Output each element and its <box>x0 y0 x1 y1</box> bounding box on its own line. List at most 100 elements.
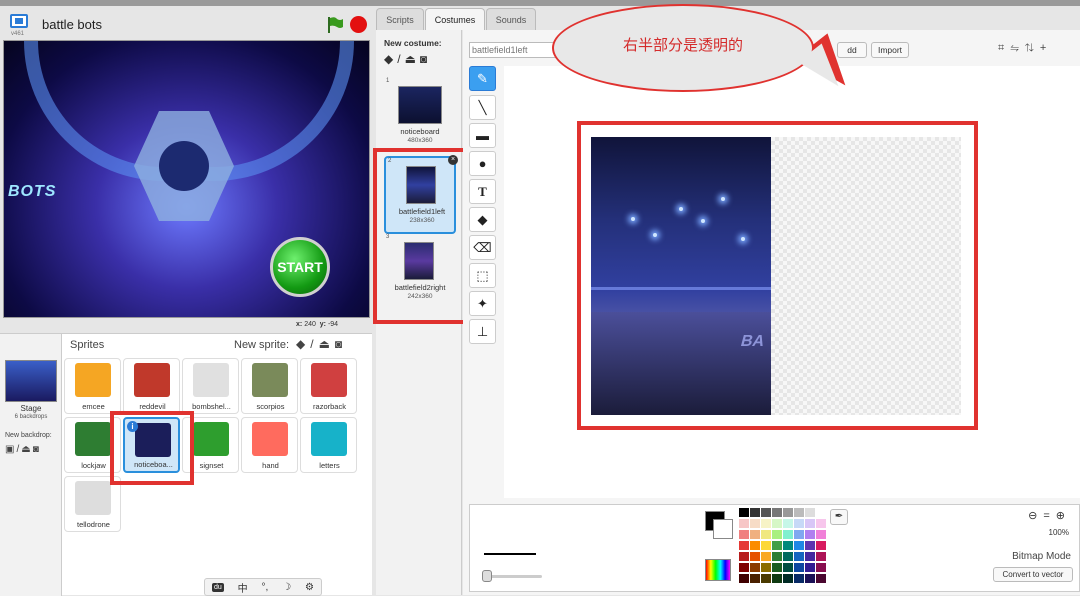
palette-swatch[interactable] <box>805 574 815 583</box>
select-tool-icon[interactable]: ⬚ <box>469 263 496 288</box>
line-tool-icon[interactable]: ╲ <box>469 95 496 120</box>
palette-swatch[interactable] <box>772 574 782 583</box>
sprite-library-icon[interactable]: ◆ <box>296 337 310 351</box>
slider-knob[interactable] <box>482 570 492 582</box>
palette-swatch[interactable] <box>805 563 815 572</box>
sprite-tile[interactable]: bombshel... <box>182 358 239 414</box>
palette-swatch[interactable] <box>761 530 771 539</box>
palette-swatch[interactable] <box>805 552 815 561</box>
palette-swatch[interactable] <box>816 508 826 517</box>
stamp-tool-icon[interactable]: ⊥ <box>469 319 496 344</box>
tab-costumes[interactable]: Costumes <box>425 8 485 30</box>
palette-swatch[interactable] <box>750 574 760 583</box>
palette-swatch[interactable] <box>772 530 782 539</box>
palette-swatch[interactable] <box>739 552 749 561</box>
brush-tool-icon[interactable]: ✎ <box>469 66 496 91</box>
sprite-camera-icon[interactable]: ◙ <box>335 337 347 351</box>
palette-swatch[interactable] <box>783 508 793 517</box>
palette-swatch[interactable] <box>772 519 782 528</box>
palette-swatch[interactable] <box>739 519 749 528</box>
palette-swatch[interactable] <box>794 574 804 583</box>
palette-swatch[interactable] <box>750 519 760 528</box>
text-tool-icon[interactable]: T <box>469 179 496 204</box>
sprite-tile[interactable]: letters <box>300 417 357 473</box>
magic-select-tool-icon[interactable]: ✦ <box>469 291 496 316</box>
secondary-color-swatch[interactable] <box>713 519 733 539</box>
palette-swatch[interactable] <box>794 530 804 539</box>
palette-swatch[interactable] <box>761 508 771 517</box>
zoom-out-icon[interactable]: ⊖ <box>1028 510 1043 522</box>
stroke-width-slider[interactable] <box>484 575 542 578</box>
costume-item[interactable]: 1 noticeboard 480x360 <box>384 78 456 156</box>
ime-item[interactable]: 中 <box>238 580 248 595</box>
rectangle-tool-icon[interactable]: ▬ <box>469 123 496 148</box>
palette-swatch[interactable] <box>783 574 793 583</box>
crop-icon[interactable]: ⌗ <box>998 42 1010 54</box>
palette-swatch[interactable] <box>761 574 771 583</box>
backdrop-upload-icon[interactable]: ⏏ <box>21 444 32 455</box>
palette-swatch[interactable] <box>750 530 760 539</box>
palette-swatch[interactable] <box>816 574 826 583</box>
palette-swatch[interactable] <box>805 530 815 539</box>
palette-swatch[interactable] <box>739 563 749 572</box>
palette-swatch[interactable] <box>783 541 793 550</box>
palette-swatch[interactable] <box>816 552 826 561</box>
palette-swatch[interactable] <box>772 541 782 550</box>
sprite-tile[interactable]: scorpios <box>241 358 298 414</box>
palette-swatch[interactable] <box>761 552 771 561</box>
palette-swatch[interactable] <box>816 563 826 572</box>
palette-swatch[interactable] <box>739 530 749 539</box>
zoom-reset-icon[interactable]: = <box>1043 510 1055 522</box>
import-button[interactable]: Import <box>871 42 909 58</box>
eraser-tool-icon[interactable]: ⌫ <box>469 235 496 260</box>
sprite-tile[interactable]: hand <box>241 417 298 473</box>
palette-swatch[interactable] <box>805 519 815 528</box>
stop-icon[interactable] <box>350 16 367 33</box>
costume-library-icon[interactable]: ◆ <box>384 52 397 66</box>
costume-camera-icon[interactable]: ◙ <box>420 52 431 66</box>
eyedropper-icon[interactable]: ✒ <box>830 509 848 525</box>
palette-swatch[interactable] <box>772 508 782 517</box>
ellipse-tool-icon[interactable]: ● <box>469 151 496 176</box>
palette-swatch[interactable] <box>761 563 771 572</box>
palette-swatch[interactable] <box>816 541 826 550</box>
ime-item[interactable]: ⚙ <box>305 582 314 593</box>
palette-swatch[interactable] <box>750 563 760 572</box>
sprite-tile[interactable]: reddevil <box>123 358 180 414</box>
palette-swatch[interactable] <box>739 574 749 583</box>
palette-swatch[interactable] <box>816 519 826 528</box>
start-button[interactable]: START <box>270 237 330 297</box>
palette-swatch[interactable] <box>805 541 815 550</box>
palette-swatch[interactable] <box>772 552 782 561</box>
ime-item[interactable]: °, <box>262 582 269 593</box>
palette-swatch[interactable] <box>783 530 793 539</box>
palette-swatch[interactable] <box>794 541 804 550</box>
flip-horizontal-icon[interactable]: ⇋ <box>1010 42 1025 54</box>
palette-swatch[interactable] <box>783 563 793 572</box>
backdrop-camera-icon[interactable]: ◙ <box>33 444 41 455</box>
palette-swatch[interactable] <box>761 519 771 528</box>
palette-swatch[interactable] <box>794 563 804 572</box>
green-flag-icon[interactable] <box>326 16 344 34</box>
tab-sounds[interactable]: Sounds <box>486 8 536 30</box>
convert-to-vector-button[interactable]: Convert to vector <box>993 567 1073 582</box>
palette-swatch[interactable] <box>794 552 804 561</box>
flip-vertical-icon[interactable]: ⇅ <box>1025 42 1040 54</box>
palette-swatch[interactable] <box>794 519 804 528</box>
palette-swatch[interactable] <box>783 552 793 561</box>
zoom-in-icon[interactable]: ⊕ <box>1056 510 1071 522</box>
palette-swatch[interactable] <box>816 530 826 539</box>
palette-swatch[interactable] <box>750 552 760 561</box>
costume-paint-icon[interactable]: / <box>397 52 404 66</box>
palette-swatch[interactable] <box>739 541 749 550</box>
fill-tool-icon[interactable]: ◆ <box>469 207 496 232</box>
sprite-paint-icon[interactable]: / <box>310 337 318 351</box>
color-picker-icon[interactable] <box>705 559 731 581</box>
palette-swatch[interactable] <box>739 508 749 517</box>
sprite-upload-icon[interactable]: ⏏ <box>319 337 335 351</box>
set-center-icon[interactable]: + <box>1040 42 1052 54</box>
costume-name-input[interactable] <box>469 42 559 58</box>
palette-swatch[interactable] <box>772 563 782 572</box>
sprite-tile[interactable]: razorback <box>300 358 357 414</box>
palette-swatch[interactable] <box>761 541 771 550</box>
